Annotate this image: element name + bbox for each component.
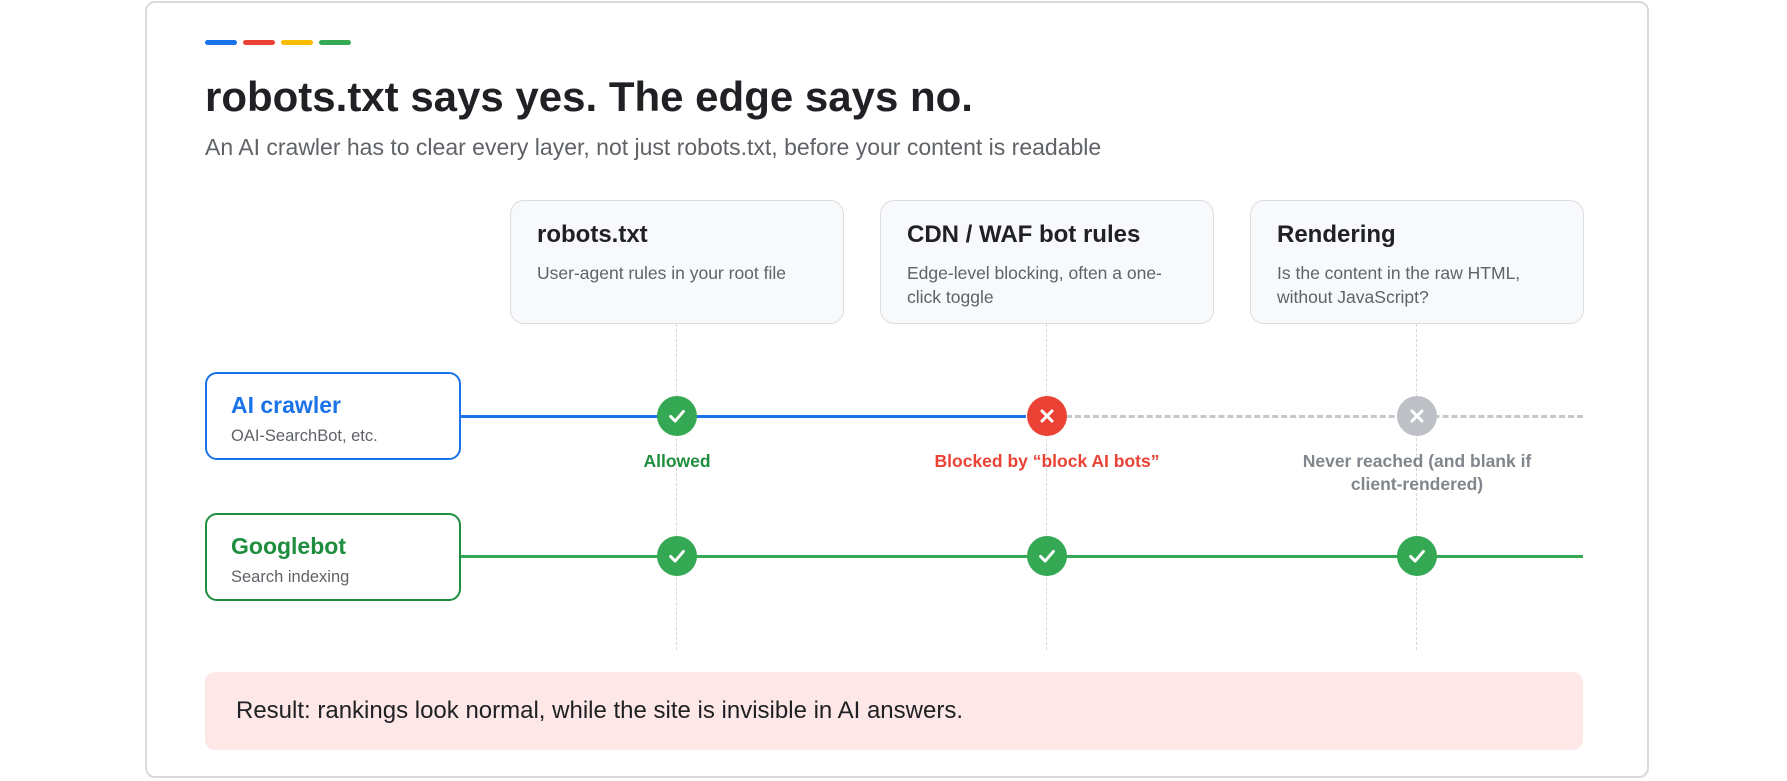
accent-bar-yellow	[281, 40, 313, 45]
result-banner: Result: rankings look normal, while the …	[205, 672, 1583, 750]
ai-crawler-rendering-status	[1397, 396, 1437, 436]
layer-description: Edge-level blocking, often a one-click t…	[907, 263, 1162, 307]
accent-bar-green	[319, 40, 351, 45]
ai-crawler-cdn-status	[1027, 396, 1067, 436]
ai-crawler-path-solid	[461, 415, 1026, 418]
layer-cdn-waf: CDN / WAF bot rules Edge-level blocking,…	[880, 200, 1214, 324]
layer-title: robots.txt	[537, 221, 648, 248]
googlebot-cdn-status	[1027, 536, 1067, 576]
layer-description: User-agent rules in your root file	[537, 263, 786, 283]
layer-title: Rendering	[1277, 221, 1396, 248]
ai-crawler-path-dashed	[1066, 415, 1583, 418]
diagram-subtitle: An AI crawler has to clear every layer, …	[205, 134, 1102, 160]
check-icon	[1406, 545, 1428, 567]
layer-description: Is the content in the raw HTML, without …	[1277, 263, 1521, 307]
actor-googlebot: Googlebot Search indexing	[205, 513, 461, 601]
layer-guide-cdn	[1046, 324, 1047, 650]
actor-ai-crawler: AI crawler OAI-SearchBot, etc.	[205, 372, 461, 460]
layer-guide-robots	[676, 324, 677, 650]
googlebot-robots-status	[657, 536, 697, 576]
caption-allowed: Allowed	[643, 451, 711, 471]
check-icon	[1036, 545, 1058, 567]
googlebot-rendering-status	[1397, 536, 1437, 576]
diagram-title: robots.txt says yes. The edge says no.	[205, 73, 973, 120]
accent-bar-red	[243, 40, 275, 45]
result-text: Result: rankings look normal, while the …	[236, 697, 963, 724]
caption-blocked: Blocked by “block AI bots”	[934, 451, 1160, 471]
check-icon	[666, 405, 688, 427]
actor-description: Search indexing	[231, 568, 350, 586]
x-icon	[1406, 405, 1428, 427]
actor-description: OAI-SearchBot, etc.	[231, 427, 378, 445]
layer-title: CDN / WAF bot rules	[907, 221, 1141, 248]
accent-bar-blue	[205, 40, 237, 45]
actor-name: Googlebot	[231, 533, 346, 559]
layer-robots-txt: robots.txt User-agent rules in your root…	[510, 200, 844, 324]
x-icon	[1036, 405, 1058, 427]
layer-rendering: Rendering Is the content in the raw HTML…	[1250, 200, 1584, 324]
actor-name: AI crawler	[231, 392, 341, 418]
caption-never-reached: Never reached (and blank if client-rende…	[1302, 451, 1532, 494]
ai-crawler-robots-status	[657, 396, 697, 436]
check-icon	[666, 545, 688, 567]
